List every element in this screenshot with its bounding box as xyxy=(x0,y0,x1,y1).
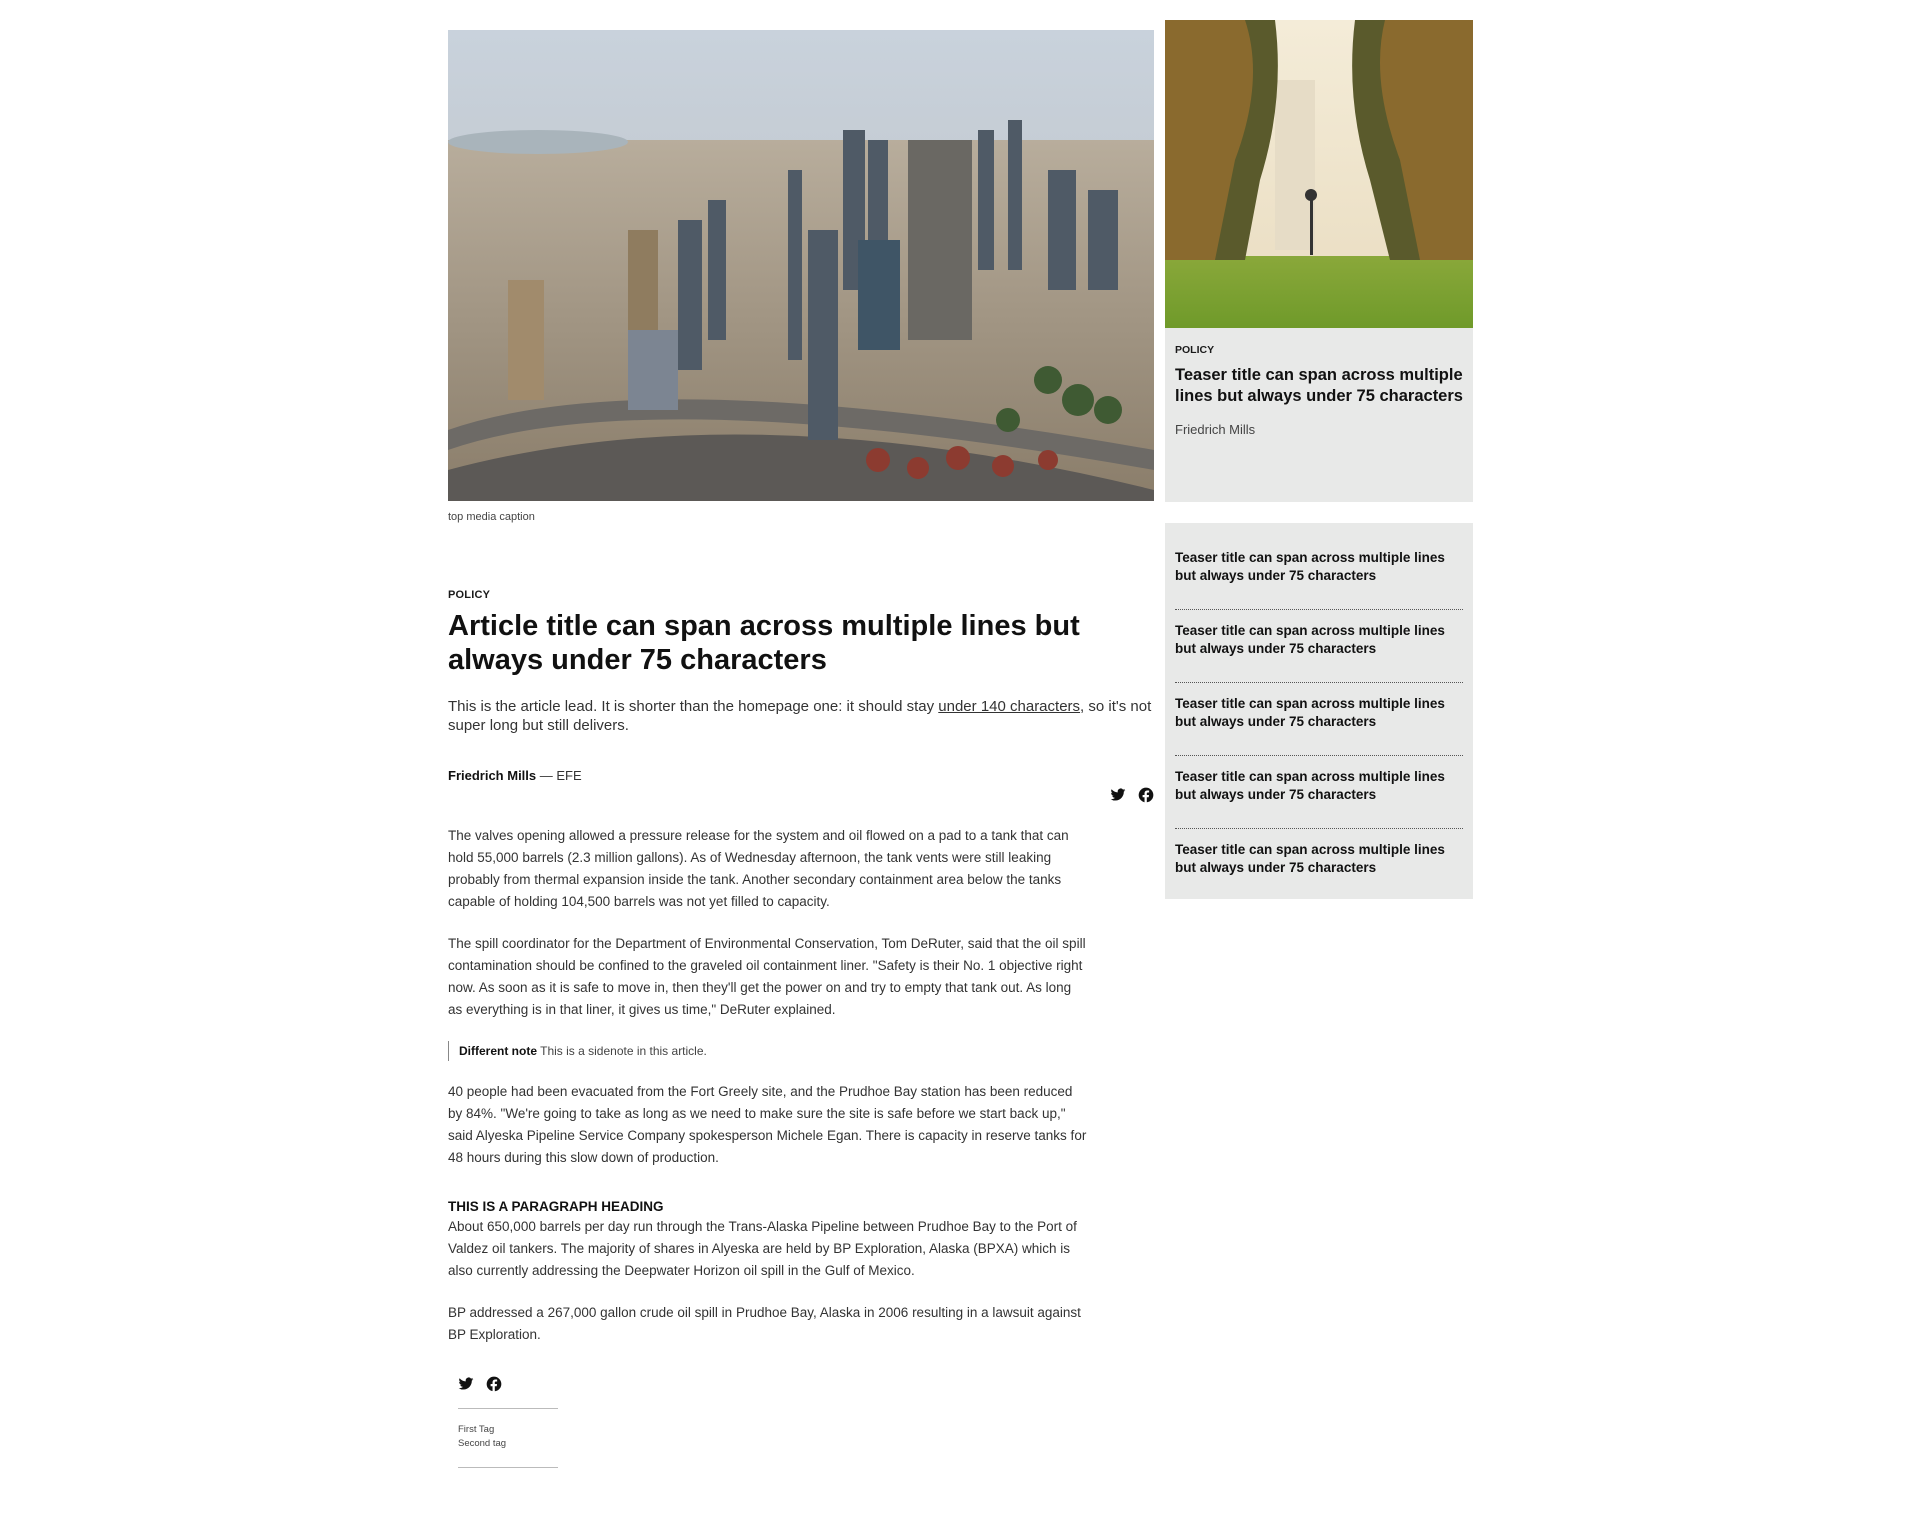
article-source: EFE xyxy=(556,768,582,783)
sidenote: Different note This is a sidenote in thi… xyxy=(448,1041,1088,1061)
teaser-item[interactable]: Teaser title can span across multiple li… xyxy=(1175,756,1463,829)
author-name[interactable]: Friedrich Mills xyxy=(448,768,536,783)
facebook-icon[interactable] xyxy=(1138,787,1154,803)
hero-image-city-skyline xyxy=(448,30,1154,501)
sidenote-label: Different note xyxy=(459,1044,537,1058)
featured-image-palm-park xyxy=(1165,20,1473,328)
hero-caption: top media caption xyxy=(448,511,535,523)
twitter-icon[interactable] xyxy=(458,1376,474,1392)
teaser-item[interactable]: Teaser title can span across multiple li… xyxy=(1175,829,1463,887)
article-lead: This is the article lead. It is shorter … xyxy=(448,697,1154,735)
share-top xyxy=(448,787,1154,803)
tag-item[interactable]: First Tag xyxy=(458,1423,558,1437)
article-main: top media caption POLICY Article title c… xyxy=(448,30,1154,1468)
body-paragraph: The spill coordinator for the Department… xyxy=(448,936,1086,1017)
byline: Friedrich Mills — EFE xyxy=(448,768,1154,783)
featured-author: Friedrich Mills xyxy=(1175,422,1256,437)
article-body: The valves opening allowed a pressure re… xyxy=(448,825,1088,1346)
share-bottom xyxy=(458,1376,1154,1392)
sidebar: POLICY Teaser title can span across mult… xyxy=(1165,20,1473,899)
featured-teaser[interactable]: POLICY Teaser title can span across mult… xyxy=(1165,20,1473,502)
teaser-list: Teaser title can span across multiple li… xyxy=(1165,523,1473,899)
body-paragraph: The valves opening allowed a pressure re… xyxy=(448,828,1069,909)
article-category[interactable]: POLICY xyxy=(448,589,1154,601)
featured-body: POLICY Teaser title can span across mult… xyxy=(1165,328,1473,437)
teaser-item[interactable]: Teaser title can span across multiple li… xyxy=(1175,683,1463,756)
body-paragraph: About 650,000 barrels per day run throug… xyxy=(448,1219,1077,1278)
sidenote-text: This is a sidenote in this article. xyxy=(537,1044,707,1058)
body-paragraph: BP addressed a 267,000 gallon crude oil … xyxy=(448,1305,1081,1342)
teaser-item[interactable]: Teaser title can span across multiple li… xyxy=(1175,537,1463,610)
teaser-item[interactable]: Teaser title can span across multiple li… xyxy=(1175,610,1463,683)
tag-list: First Tag Second tag xyxy=(458,1408,558,1468)
featured-category[interactable]: POLICY xyxy=(1175,344,1463,356)
lead-link[interactable]: under 140 characters xyxy=(938,698,1080,715)
featured-title[interactable]: Teaser title can span across multiple li… xyxy=(1175,365,1463,407)
twitter-icon[interactable] xyxy=(1110,787,1126,803)
body-paragraph: 40 people had been evacuated from the Fo… xyxy=(448,1084,1087,1165)
byline-separator: — xyxy=(536,768,557,783)
paragraph-heading: THIS IS A PARAGRAPH HEADING xyxy=(448,1199,664,1214)
tag-item[interactable]: Second tag xyxy=(458,1437,558,1451)
facebook-icon[interactable] xyxy=(486,1376,502,1392)
article-title: Article title can span across multiple l… xyxy=(448,610,1080,676)
lead-text-before: This is the article lead. It is shorter … xyxy=(448,698,939,715)
